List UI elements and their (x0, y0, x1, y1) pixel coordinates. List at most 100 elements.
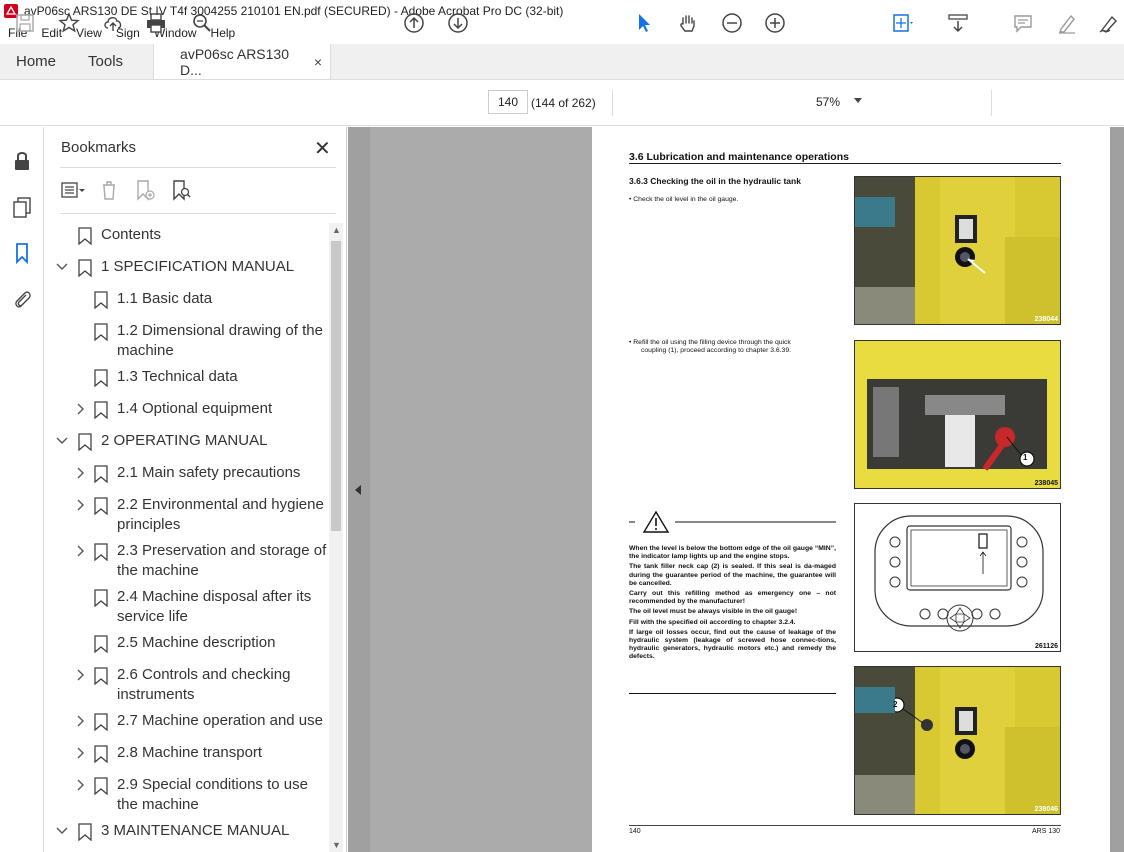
upload-cloud-icon[interactable] (101, 11, 125, 35)
filler-cap-photo-image (855, 667, 1060, 814)
page-count: (144 of 262) (531, 96, 596, 110)
page-number-input[interactable]: 140 (488, 90, 528, 114)
next-page-icon[interactable] (446, 11, 470, 35)
warning-paragraph: The tank filler neck cap (2) is sealed. … (629, 563, 836, 587)
scroll-up-icon[interactable]: ▲ (332, 225, 341, 235)
bookmark-icon (78, 259, 92, 277)
options-menu-icon[interactable] (60, 178, 86, 202)
tab-close-icon[interactable]: × (314, 54, 322, 70)
callout-2: 2 (893, 700, 898, 709)
bookmark-icon (94, 369, 108, 387)
sign-pen-icon[interactable] (1097, 11, 1121, 35)
highlight-pen-icon[interactable] (1055, 11, 1079, 35)
footer-model: ARS 130 (1032, 828, 1061, 835)
bookmark-icon (94, 745, 108, 763)
figure-number: 261126 (1035, 643, 1058, 650)
bookmark-icon (94, 635, 108, 653)
chevron-right-icon[interactable] (74, 465, 86, 481)
bookmark-icon (94, 667, 108, 685)
subsection-heading: 3.6.3 Checking the oil in the hydraulic … (629, 176, 801, 186)
previous-page-icon[interactable] (402, 11, 426, 35)
scrollbar-thumb[interactable] (331, 241, 341, 531)
warning-text-block: When the level is below the bottom edge … (629, 545, 836, 664)
figure-number: 238044 (1034, 316, 1058, 323)
figure-number: 238046 (1034, 806, 1058, 813)
bookmark-icon (94, 777, 108, 795)
bookmark-icon (94, 291, 108, 309)
bookmark-icon (78, 823, 92, 841)
collapse-panel-icon[interactable] (355, 485, 361, 495)
divider (60, 167, 336, 168)
warning-end-rule (629, 693, 836, 694)
chevron-right-icon[interactable] (74, 667, 86, 683)
instruction-text: • Refill the oil using the filling devic… (629, 339, 791, 346)
section-heading: 3.6 Lubrication and maintenance operatio… (629, 151, 849, 163)
close-panel-icon[interactable]: ✕ (314, 136, 331, 161)
navigation-rail (0, 127, 44, 852)
lock-icon[interactable] (10, 149, 34, 173)
warning-paragraph: Fill with the specified oil according to… (629, 618, 796, 626)
print-icon[interactable] (144, 11, 168, 35)
quick-coupling-photo-image (855, 341, 1060, 488)
chevron-right-icon[interactable] (74, 543, 86, 559)
find-bookmark-icon[interactable] (168, 178, 194, 202)
select-cursor-icon[interactable] (632, 11, 656, 35)
zoom-search-icon[interactable] (190, 11, 214, 35)
chevron-right-icon[interactable] (74, 497, 86, 513)
bookmarks-panel: Bookmarks ✕ Contents 1 SPECIFICATION MAN… (44, 127, 347, 852)
chevron-right-icon[interactable] (74, 777, 86, 793)
chevron-down-icon[interactable] (56, 823, 68, 839)
chevron-right-icon[interactable] (74, 745, 86, 761)
bookmark-icon (94, 323, 108, 341)
zoom-in-icon[interactable] (763, 11, 787, 35)
tab-tools[interactable]: Tools (72, 44, 139, 79)
oil-gauge-photo-image (855, 177, 1060, 324)
bookmark-panel-icon[interactable] (10, 241, 34, 265)
photo-quick-coupling: 1 238045 (854, 340, 1061, 489)
warning-paragraph: When the level is below the bottom edge … (629, 545, 836, 561)
scroll-down-icon[interactable]: ▼ (332, 840, 341, 850)
delete-bookmark-icon[interactable] (96, 178, 122, 202)
tab-document-label: avP06sc ARS130 D... (180, 45, 290, 78)
chevron-down-icon[interactable] (56, 433, 68, 449)
menu-help[interactable]: Help (211, 26, 236, 40)
new-bookmark-icon[interactable] (132, 178, 158, 202)
bookmarks-title: Bookmarks (61, 139, 137, 156)
hand-tool-icon[interactable] (676, 11, 700, 35)
tab-bar: Home Tools avP06sc ARS130 D... × (0, 44, 1124, 80)
zoom-out-icon[interactable] (720, 11, 744, 35)
chevron-down-icon[interactable] (56, 259, 68, 275)
pages-thumbnails-icon[interactable] (10, 195, 34, 219)
bookmark-icon (94, 713, 108, 731)
chevron-right-icon[interactable] (74, 401, 86, 417)
chevron-down-icon (854, 98, 862, 103)
page-number: 140 (629, 828, 641, 835)
comment-icon[interactable] (1011, 11, 1035, 35)
toolbar-divider (612, 90, 613, 116)
instruction-text: coupling (1), proceed according to chapt… (641, 347, 792, 354)
photo-oil-gauge: 238044 (854, 176, 1061, 325)
viewer-background (370, 127, 592, 852)
bookmarks-scrollbar[interactable]: ▲ ▼ (329, 223, 343, 852)
section-rule (629, 163, 1061, 164)
photo-filler-cap: 2 238046 (854, 666, 1061, 815)
dashboard-drawing: 261126 (854, 503, 1061, 652)
bookmark-list: Contents 1 SPECIFICATION MANUAL 1.1 Basi… (44, 219, 330, 852)
viewer-background (1110, 127, 1124, 852)
toolbar-divider (991, 90, 992, 116)
bookmark-icon (78, 227, 92, 245)
tab-home[interactable]: Home (0, 44, 72, 79)
dashboard-drawing-image (874, 515, 1044, 632)
star-icon[interactable] (57, 11, 81, 35)
scroll-mode-icon[interactable] (946, 11, 970, 35)
bookmark-icon (78, 433, 92, 451)
pdf-page: 3.6 Lubrication and maintenance operatio… (592, 127, 1110, 852)
save-icon[interactable] (13, 11, 37, 35)
fit-page-icon[interactable] (890, 11, 914, 35)
warning-paragraph: The oil level must be always visible in … (629, 608, 798, 616)
attachment-icon[interactable] (10, 287, 34, 311)
zoom-level-select[interactable]: 57% (806, 90, 866, 114)
chevron-right-icon[interactable] (74, 713, 86, 729)
instruction-text: • Check the oil level in the oil gauge. (629, 196, 739, 203)
tab-document[interactable]: avP06sc ARS130 D... × (153, 44, 332, 79)
